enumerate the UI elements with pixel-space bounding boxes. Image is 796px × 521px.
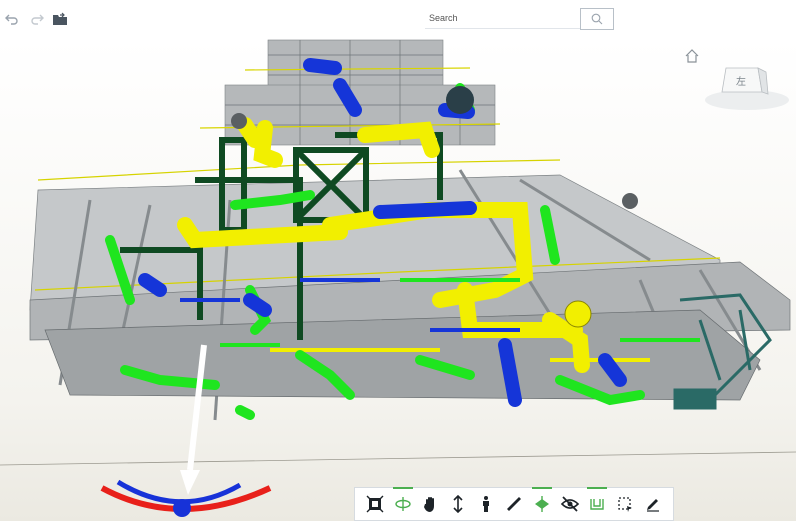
pan-icon [423,497,434,512]
undo-button[interactable] [2,9,22,29]
section-icon [534,496,549,512]
zoom-button[interactable] [446,492,470,516]
home-view-button[interactable] [684,48,700,64]
first-person-button[interactable] [474,492,498,516]
select-box-icon [618,497,633,512]
select-box-button[interactable] [613,492,637,516]
redo-button[interactable] [27,9,47,29]
view-cube-face-label: 左 [736,77,746,88]
explode-button[interactable] [585,487,609,516]
hide-button[interactable] [558,492,582,516]
explode-icon [590,499,605,510]
view-cube[interactable]: 左 [702,62,792,114]
model-viewport[interactable]: 左 [0,39,796,521]
zoom-icon [453,495,463,513]
top-toolbar [0,0,796,39]
vessel-dark [446,86,474,114]
open-model-icon [53,12,67,25]
open-model-button[interactable] [50,9,70,29]
orbit-button[interactable] [391,487,415,516]
search-input[interactable] [425,8,583,29]
section-button[interactable] [530,487,554,516]
fit-view-button[interactable] [363,492,387,516]
search-button[interactable] [580,8,614,30]
home-icon [685,49,699,63]
orbit-icon [395,497,411,511]
hide-icon [560,496,579,512]
search-icon [591,13,603,25]
bottom-toolbar [354,487,674,521]
plant-model-render [0,39,796,521]
view-cube-graphic [705,67,789,110]
first-person-icon [483,496,490,512]
markup-button[interactable] [641,492,665,516]
undo-icon [5,14,18,25]
measure-icon [506,497,521,511]
measure-button[interactable] [502,492,526,516]
pan-button[interactable] [419,492,443,516]
markup-icon [647,499,660,512]
search-bar [425,8,615,30]
fit-view-icon [366,495,384,513]
redo-icon [31,14,44,25]
